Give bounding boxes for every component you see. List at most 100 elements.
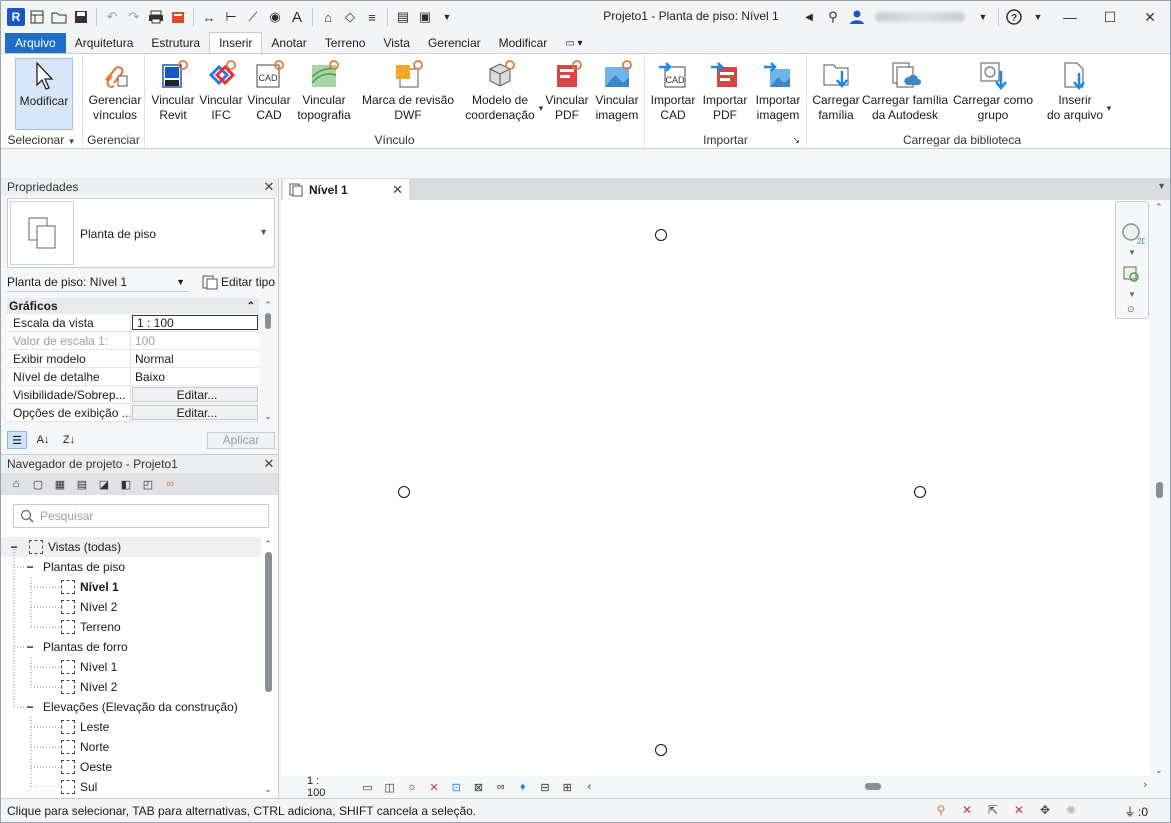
links-icon[interactable]: ∞ — [161, 476, 179, 492]
crop-view-icon[interactable]: ⊡ — [449, 780, 464, 794]
carregar-familia-autodesk-button[interactable]: Carregar família da Autodesk — [861, 58, 949, 123]
ribbon-minimize-icon[interactable]: ▭ ▾ — [556, 33, 591, 53]
tree-node-fp-nivel-2[interactable]: Nível 2 — [1, 597, 261, 617]
selection-filter[interactable]: ⏚ :0 — [1124, 803, 1148, 820]
tab-arquivo[interactable]: Arquivo — [5, 33, 66, 53]
tree-node-el-norte[interactable]: Norte — [1, 737, 261, 757]
revit-logo-icon[interactable]: R — [7, 8, 25, 26]
customize-dropdown-icon[interactable]: ▼ — [437, 7, 457, 27]
tree-node-elevations[interactable]: − Elevações (Elevação da construção) — [1, 697, 261, 717]
groups-icon[interactable]: ◧ — [117, 476, 135, 492]
select-by-face-icon[interactable]: ✕ — [1010, 802, 1028, 818]
collapse-icon[interactable]: − — [9, 540, 19, 554]
close-view-tab-icon[interactable]: ✕ — [392, 182, 403, 198]
tab-modificar[interactable]: Modificar — [490, 33, 557, 53]
tab-list-dropdown-icon[interactable]: ▼ — [1157, 181, 1166, 191]
tab-gerenciar[interactable]: Gerenciar — [419, 33, 490, 53]
vincular-topografia-button[interactable]: Vincular topografia — [293, 58, 355, 123]
modelo-coordenacao-button[interactable]: Modelo de coordenação — [463, 58, 537, 123]
carregar-familia-button[interactable]: Carregar família — [811, 58, 861, 123]
tree-node-views[interactable]: − Vistas (todas) — [1, 537, 261, 557]
edit-type-button[interactable]: Editar tipo — [202, 274, 275, 290]
tree-node-ceiling-plans[interactable]: − Plantas de forro — [1, 637, 261, 657]
collapse-icon[interactable]: − — [25, 700, 35, 714]
inserir-arquivo-button[interactable]: Inserir do arquivo — [1043, 58, 1107, 123]
assemblies-icon[interactable]: ◰ — [139, 476, 157, 492]
navbar-options-icon[interactable]: ⊙ — [1127, 304, 1135, 315]
tree-node-fp-nivel-1[interactable]: Nível 1 — [1, 577, 261, 597]
canvas-horizontal-scrollbar[interactable]: › — [597, 778, 1151, 795]
browser-search-input[interactable]: Pesquisar — [13, 504, 269, 528]
tree-node-fp-terreno[interactable]: Terreno — [1, 617, 261, 637]
importar-imagem-button[interactable]: Importar imagem — [751, 58, 805, 123]
minimize-button[interactable]: — — [1050, 1, 1090, 33]
schedules-icon[interactable]: ▦ — [51, 476, 69, 492]
redo-icon[interactable]: ↷ — [124, 7, 144, 27]
categorized-icon[interactable]: ☰ — [7, 431, 27, 449]
show-crop-icon[interactable]: ⊠ — [471, 780, 486, 794]
elevation-marker-west[interactable] — [398, 486, 410, 498]
type-selector[interactable]: Planta de piso ▼ — [7, 198, 275, 268]
detail-level-icon[interactable]: ▭ — [360, 780, 375, 794]
shadows-icon[interactable]: ✕ — [427, 780, 442, 794]
sheets-icon[interactable]: ▤ — [73, 476, 91, 492]
tab-inserir[interactable]: Inserir — [209, 32, 263, 53]
edit-display-options-button[interactable]: Editar... — [132, 405, 258, 420]
edit-visibility-button[interactable]: Editar... — [132, 387, 258, 402]
collapse-icon[interactable]: − — [25, 560, 35, 574]
temporary-view-properties-icon[interactable]: ⊟ — [537, 780, 552, 794]
3d-view-icon[interactable]: ⌂ — [318, 7, 338, 27]
panel-title-importar[interactable]: Importar ↘ — [645, 132, 806, 148]
zoom-dropdown-icon[interactable]: ▼ — [1128, 290, 1136, 299]
views-icon[interactable]: ▢ — [29, 476, 47, 492]
measure-icon[interactable]: ↔ — [199, 7, 219, 27]
elevation-marker-north[interactable] — [655, 229, 667, 241]
apply-button[interactable]: Aplicar — [207, 431, 275, 449]
print-icon[interactable] — [146, 7, 166, 27]
tree-node-el-sul[interactable]: Sul — [1, 777, 261, 797]
elevation-marker-east[interactable] — [914, 486, 926, 498]
property-row[interactable]: Visibilidade/Sobrep... Editar... — [7, 386, 259, 404]
property-row[interactable]: Exibir modelo Normal — [7, 350, 259, 368]
sort-ascending-icon[interactable]: A↓ — [33, 431, 53, 449]
instance-selector[interactable]: Planta de piso: Nível 1 ▼ — [7, 272, 189, 292]
home-grid-icon[interactable] — [27, 7, 47, 27]
tree-node-el-leste[interactable]: Leste — [1, 717, 261, 737]
binoculars-icon[interactable]: ⚲ — [823, 7, 843, 27]
collapse-icon[interactable]: − — [25, 640, 35, 654]
drag-elements-icon[interactable]: ✥ — [1036, 802, 1054, 818]
vincular-imagem-button[interactable]: Vincular imagem — [591, 58, 643, 123]
close-properties-icon[interactable]: ✕ — [260, 179, 278, 195]
property-row[interactable]: Nível de detalhe Baixo — [7, 368, 259, 386]
user-name-blurred[interactable] — [875, 12, 965, 22]
analytical-model-icon[interactable]: ⊞ — [560, 780, 575, 794]
zoom-region-icon[interactable] — [1123, 266, 1141, 287]
modificar-button[interactable]: Modificar — [15, 58, 73, 130]
drawing-canvas[interactable] — [281, 200, 1150, 776]
sun-path-icon[interactable]: ☼ — [404, 780, 419, 794]
tab-terreno[interactable]: Terreno — [316, 33, 375, 53]
select-underlay-icon[interactable]: ✕ — [958, 802, 976, 818]
close-button[interactable]: ✕ — [1130, 1, 1170, 33]
tab-arquitetura[interactable]: Arquitetura — [66, 33, 143, 53]
vincular-pdf-button[interactable]: Vincular PDF — [543, 58, 591, 123]
type-dropdown-icon[interactable]: ▼ — [259, 227, 268, 237]
wheel-dropdown-icon[interactable]: ▼ — [1128, 248, 1136, 257]
text-icon[interactable]: A — [287, 7, 307, 27]
marca-revisao-dwf-button[interactable]: Marca de revisão DWF — [359, 58, 457, 123]
reveal-hidden-icon[interactable]: ♦ — [515, 780, 530, 794]
help-dropdown-icon[interactable]: ▼ — [1028, 7, 1048, 27]
vincular-ifc-button[interactable]: Vincular IFC — [197, 58, 245, 123]
view-scale-field[interactable]: 1 : 100 — [132, 315, 258, 330]
families-icon[interactable]: ◪ — [95, 476, 113, 492]
background-processes-icon[interactable]: ✺ — [1062, 802, 1080, 818]
panel-title-selecionar[interactable]: Selecionar ▼ — [1, 132, 82, 148]
gerenciar-vinculos-button[interactable]: Gerenciar vínculos — [87, 58, 143, 123]
expand-arrow-icon[interactable]: ◀ — [799, 7, 819, 27]
tab-anotar[interactable]: Anotar — [262, 33, 315, 53]
section-icon[interactable]: ◇ — [340, 7, 360, 27]
tab-estrutura[interactable]: Estrutura — [142, 33, 209, 53]
save-icon[interactable] — [71, 7, 91, 27]
importar-pdf-button[interactable]: Importar PDF — [699, 58, 751, 123]
tree-node-cp-nivel-2[interactable]: Nível 2 — [1, 677, 261, 697]
